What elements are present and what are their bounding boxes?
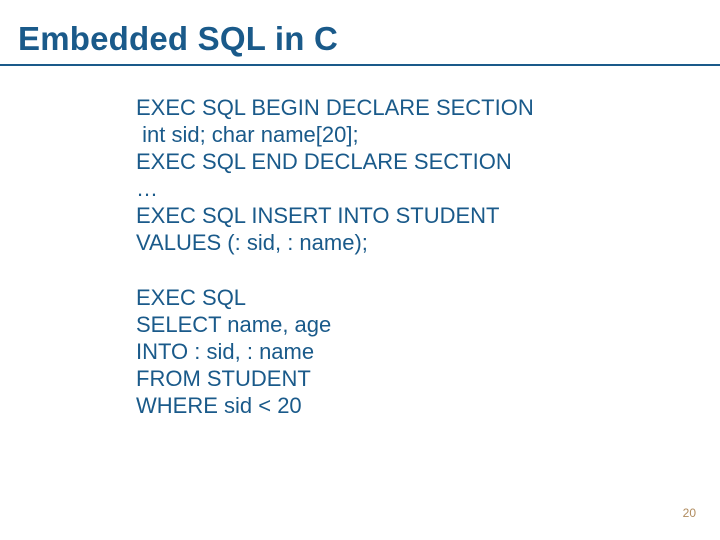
code-line: VALUES (: sid, : name);: [136, 229, 720, 256]
code-line: FROM STUDENT: [136, 365, 720, 392]
code-line: INTO : sid, : name: [136, 338, 720, 365]
code-block-select: EXEC SQL SELECT name, age INTO : sid, : …: [136, 284, 720, 419]
code-line: EXEC SQL END DECLARE SECTION: [136, 148, 720, 175]
code-line: …: [136, 175, 720, 202]
code-line: EXEC SQL INSERT INTO STUDENT: [136, 202, 720, 229]
page-number: 20: [683, 506, 696, 520]
code-line: SELECT name, age: [136, 311, 720, 338]
code-line: int sid; char name[20];: [136, 121, 720, 148]
code-line: EXEC SQL: [136, 284, 720, 311]
code-line: WHERE sid < 20: [136, 392, 720, 419]
title-underline: [0, 64, 720, 66]
slide-title: Embedded SQL in C: [0, 0, 720, 64]
code-block-declare: EXEC SQL BEGIN DECLARE SECTION int sid; …: [136, 94, 720, 256]
code-line: EXEC SQL BEGIN DECLARE SECTION: [136, 94, 720, 121]
